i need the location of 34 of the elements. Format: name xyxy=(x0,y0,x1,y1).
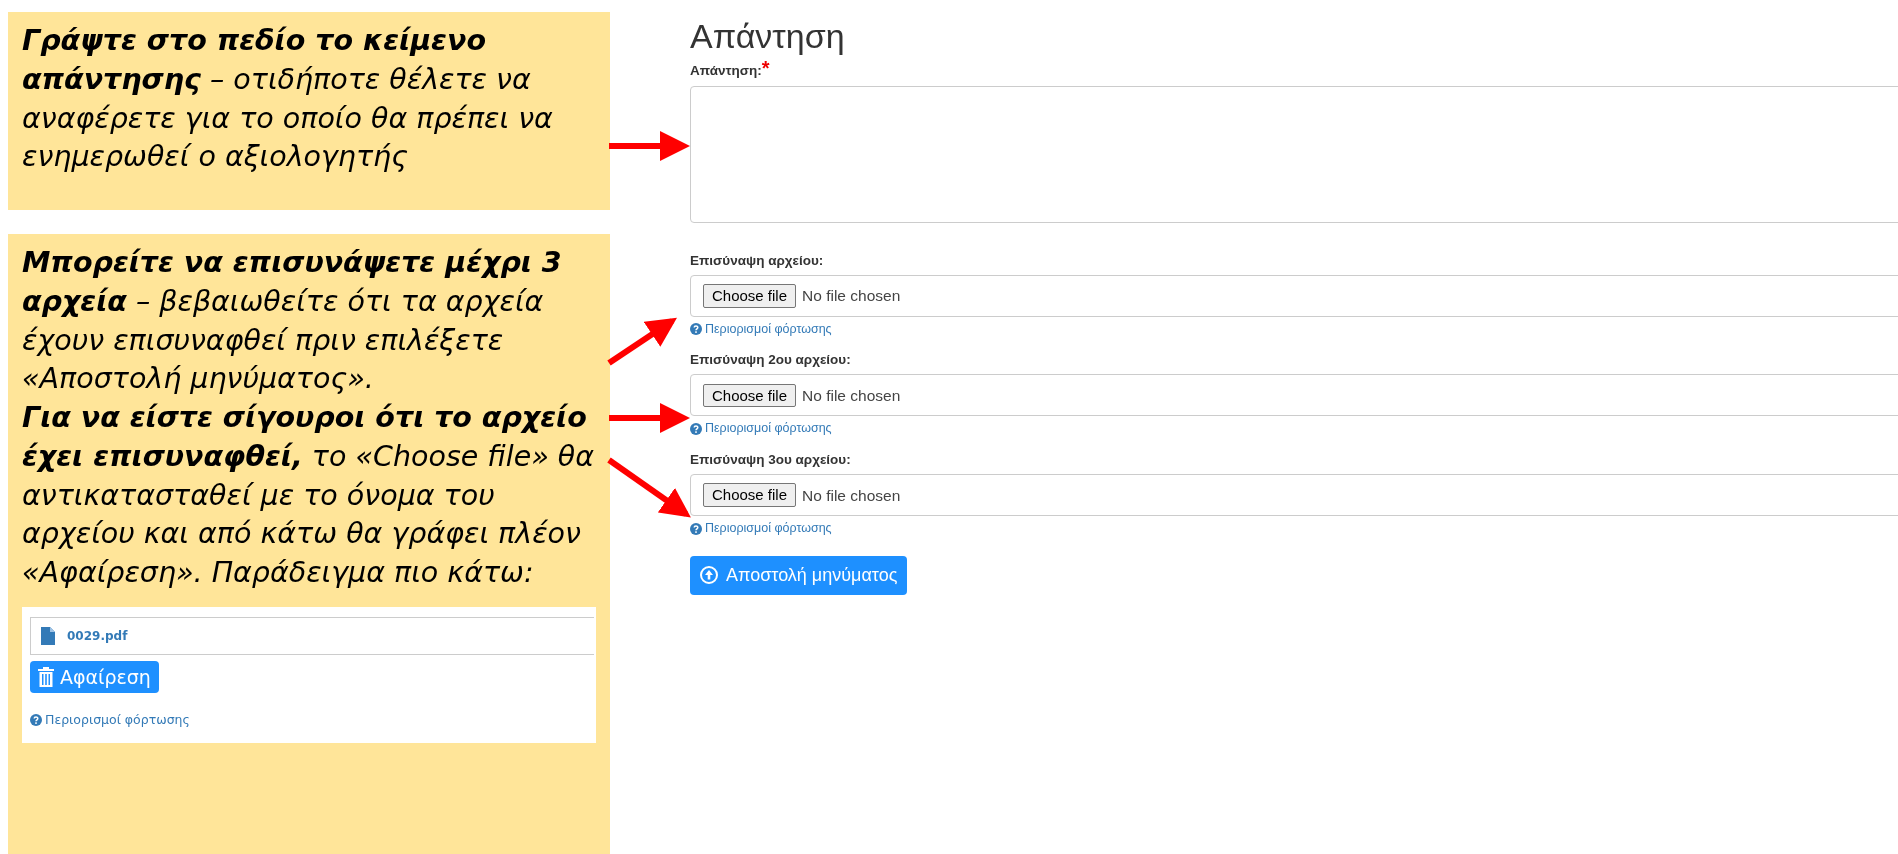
file-status-text: No file chosen xyxy=(802,485,901,506)
help-icon xyxy=(690,422,702,435)
file-field[interactable]: Choose file No file chosen xyxy=(690,274,1898,317)
help-link[interactable]: Περιορισμοί φόρτωσης xyxy=(690,521,832,537)
file-icon xyxy=(41,626,55,645)
field-label: Επισύναψη αρχείου: xyxy=(690,252,825,269)
callout-text: Γράψτε στο πεδίο το κείμενο απάντησης – οτιδήποτε θέλετε να αναφέρετε για το οποίο θα πρέπει να ενημερωθεί ο αξιολογητής xyxy=(22,23,554,176)
trash-icon xyxy=(38,667,54,688)
field-label: Απάντηση: xyxy=(690,63,762,79)
help-link[interactable]: Περιορισμοί φόρτωσης xyxy=(690,321,832,337)
help-icon xyxy=(30,713,42,726)
choose-file-button[interactable]: Choose file xyxy=(703,383,797,408)
answer-field[interactable] xyxy=(690,85,1898,223)
file-status-text: No file chosen xyxy=(802,286,901,307)
help-icon xyxy=(690,522,702,535)
help-icon xyxy=(690,323,702,336)
send-button[interactable]: Αποστολή μηνύματος xyxy=(690,555,908,595)
help-link[interactable]: Περιορισμοί φόρτωσης xyxy=(690,421,832,437)
field-label: Επισύναψη 2ου αρχείου: xyxy=(690,352,852,369)
file-field[interactable]: Choose file No file chosen xyxy=(690,374,1898,417)
file-status-text: No file chosen xyxy=(802,385,901,406)
choose-file-button[interactable]: Choose file xyxy=(703,483,797,507)
file-field[interactable]: Choose file No file chosen xyxy=(690,474,1898,517)
choose-file-button[interactable]: Choose file xyxy=(703,284,797,308)
form-title: Απάντηση xyxy=(690,18,846,56)
field-label: Επισύναψη 3ου αρχείου: xyxy=(690,451,852,469)
required-mark: * xyxy=(761,57,770,80)
upload-icon xyxy=(700,566,718,585)
callout-text: Για να είστε σίγουροι ότι το αρχείο έχει επισυναφθεί, το «Choose file» θα αντικατασταθεί με το όνομα του αρχείου και από κάτω θα γράφει πλέον «Αφαίρεση». Παράδειγμα πιο κάτω: xyxy=(22,400,596,591)
arrow xyxy=(607,317,677,366)
callout-text: Μπορείτε να επισυνάψετε μέχρι 3 αρχεία – βεβαιωθείτε ότι τα αρχεία έχουν επισυναφθεί πριν επιλέξετε «Αποστολή μηνύματος». xyxy=(22,245,563,398)
remove-button[interactable]: Αφαίρεση xyxy=(30,660,159,694)
help-link[interactable]: Περιορισμοί φόρτωσης xyxy=(30,712,190,728)
file-name-link[interactable]: 0029.pdf xyxy=(67,629,128,642)
